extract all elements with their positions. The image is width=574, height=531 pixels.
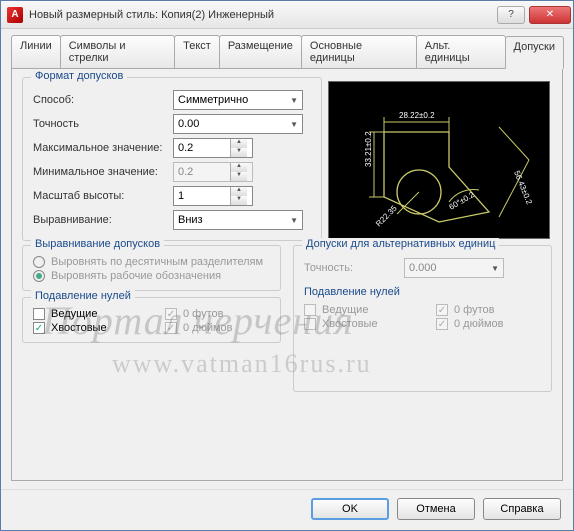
legend-alt-zero-suppression: Подавление нулей: [304, 286, 541, 298]
input-min-value: [174, 163, 230, 181]
check-alt-leading: Ведущие: [304, 304, 424, 316]
spin-up-icon[interactable]: ▲: [231, 187, 247, 196]
tab-symbols[interactable]: Символы и стрелки: [60, 35, 175, 68]
tab-alt-units[interactable]: Альт. единицы: [416, 35, 506, 68]
input-scale-height[interactable]: [174, 187, 230, 205]
checkbox-icon: ✓: [436, 304, 448, 316]
spin-up-icon: ▲: [231, 163, 247, 172]
check-alt-trailing: Хвостовые: [304, 318, 424, 330]
radio-align-decimal: Выровнять по десятичным разделителям: [33, 256, 270, 268]
svg-text:28.22±0.2: 28.22±0.2: [399, 111, 435, 120]
ok-button[interactable]: OK: [311, 498, 389, 520]
preview-drawing: 28.22±0.2 33.21±0.2 56.43±0.2 60°±0.2 R2…: [329, 82, 551, 240]
legend-tolerance-format: Формат допусков: [31, 70, 127, 82]
check-inches: ✓ 0 дюймов: [165, 322, 270, 334]
button-bar: OK Отмена Справка: [1, 489, 573, 530]
legend-tolerance-alignment: Выравнивание допусков: [31, 238, 164, 250]
label-precision: Точность: [33, 118, 173, 130]
checkbox-icon: [304, 304, 316, 316]
select-precision[interactable]: 0.00▼: [173, 114, 303, 134]
tab-primary-units[interactable]: Основные единицы: [301, 35, 417, 68]
check-trailing[interactable]: ✓ Хвостовые: [33, 322, 153, 334]
check-alt-feet: ✓ 0 футов: [436, 304, 541, 316]
tab-fit[interactable]: Размещение: [219, 35, 302, 68]
label-min-value: Минимальное значение:: [33, 166, 173, 178]
chevron-down-icon: ▼: [290, 96, 298, 105]
dialog-window: A Новый размерный стиль: Копия(2) Инжене…: [0, 0, 574, 531]
tab-tolerances[interactable]: Допуски: [505, 36, 564, 69]
select-alignment[interactable]: Вниз▼: [173, 210, 303, 230]
spin-down-icon[interactable]: ▼: [231, 196, 247, 205]
radio-icon: [33, 256, 45, 268]
select-method[interactable]: Симметрично▼: [173, 90, 303, 110]
tab-lines[interactable]: Линии: [11, 35, 61, 68]
input-max-value[interactable]: [174, 139, 230, 157]
checkbox-icon: ✓: [165, 322, 177, 334]
group-alt-unit-tolerance: Допуски для альтернативных единиц Точнос…: [293, 245, 552, 392]
chevron-down-icon: ▼: [491, 264, 499, 273]
checkbox-icon: ✓: [436, 318, 448, 330]
tab-panel: 28.22±0.2 33.21±0.2 56.43±0.2 60°±0.2 R2…: [11, 69, 563, 481]
close-button[interactable]: ✕: [529, 6, 571, 24]
spinner-min-value: ▲▼: [173, 162, 253, 182]
check-feet: ✓ 0 футов: [165, 308, 270, 320]
svg-text:R22.35: R22.35: [374, 203, 399, 228]
help-button[interactable]: Справка: [483, 498, 561, 520]
radio-align-operational: Выровнять рабочие обозначения: [33, 270, 270, 282]
window-title: Новый размерный стиль: Копия(2) Инженерн…: [29, 9, 495, 21]
checkbox-icon: ✓: [165, 308, 177, 320]
spinner-max-value[interactable]: ▲▼: [173, 138, 253, 158]
svg-text:56.43±0.2: 56.43±0.2: [512, 169, 534, 206]
svg-text:60°±0.2: 60°±0.2: [448, 190, 477, 212]
label-max-value: Максимальное значение:: [33, 142, 173, 154]
radio-icon: [33, 270, 45, 282]
label-alignment: Выравнивание:: [33, 214, 173, 226]
legend-zero-suppression: Подавление нулей: [31, 290, 135, 302]
spinner-scale-height[interactable]: ▲▼: [173, 186, 253, 206]
chevron-down-icon: ▼: [290, 216, 298, 225]
legend-alt-unit-tolerance: Допуски для альтернативных единиц: [302, 238, 499, 250]
label-scale-height: Масштаб высоты:: [33, 190, 173, 202]
tab-strip: Линии Символы и стрелки Текст Размещение…: [11, 35, 563, 69]
check-leading[interactable]: Ведущие: [33, 308, 153, 320]
select-alt-precision: 0.000▼: [404, 258, 504, 278]
checkbox-icon: ✓: [33, 322, 45, 334]
label-alt-precision: Точность:: [304, 262, 404, 274]
spin-down-icon[interactable]: ▼: [231, 148, 247, 157]
tab-text[interactable]: Текст: [174, 35, 220, 68]
check-alt-inches: ✓ 0 дюймов: [436, 318, 541, 330]
chevron-down-icon: ▼: [290, 120, 298, 129]
svg-text:33.21±0.2: 33.21±0.2: [364, 131, 373, 167]
preview-pane: 28.22±0.2 33.21±0.2 56.43±0.2 60°±0.2 R2…: [328, 81, 550, 239]
group-tolerance-format: Формат допусков Способ: Симметрично▼ Точ…: [22, 77, 322, 241]
checkbox-icon: [33, 308, 45, 320]
titlebar: A Новый размерный стиль: Копия(2) Инжене…: [1, 1, 573, 29]
help-button-titlebar[interactable]: ?: [497, 6, 525, 24]
cancel-button[interactable]: Отмена: [397, 498, 475, 520]
group-tolerance-alignment: Выравнивание допусков Выровнять по десят…: [22, 245, 281, 291]
app-icon: A: [7, 7, 23, 23]
spin-down-icon: ▼: [231, 172, 247, 181]
spin-up-icon[interactable]: ▲: [231, 139, 247, 148]
label-method: Способ:: [33, 94, 173, 106]
group-zero-suppression: Подавление нулей Ведущие ✓ Хвостовые: [22, 297, 281, 343]
checkbox-icon: [304, 318, 316, 330]
